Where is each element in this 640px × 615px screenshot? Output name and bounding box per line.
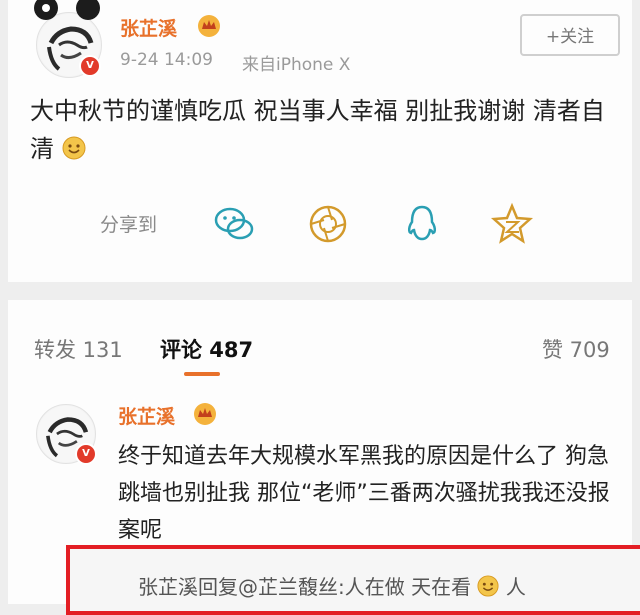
- qzone-icon[interactable]: [490, 202, 534, 246]
- active-tab-indicator: [184, 372, 220, 376]
- reply-suffix: 人: [505, 575, 526, 599]
- tab-repost[interactable]: 转发 131: [34, 334, 123, 364]
- tab-likes[interactable]: 赞 709: [542, 334, 610, 364]
- smile-emoji-icon: [62, 133, 86, 160]
- tab-comments[interactable]: 评论 487: [160, 334, 253, 364]
- commenter-avatar[interactable]: V: [36, 404, 97, 465]
- reply-text[interactable]: 张芷溪回复@芷兰馥丝:人在做 天在看 人: [138, 571, 526, 600]
- smile-emoji-icon: [477, 575, 500, 597]
- comment-text: 终于知道去年大规模水军黑我的原因是什么了 狗急跳墙也别扯我 那位“老师”三番两次…: [118, 444, 610, 543]
- highlighted-reply-box: 张芷溪回复@芷兰馥丝:人在做 天在看 人: [66, 545, 640, 615]
- reply-body: 人在做 天在看: [344, 575, 472, 599]
- commenter-name[interactable]: 张芷溪: [118, 402, 175, 429]
- post-text: 大中秋节的谨慎吃瓜 祝当事人幸福 别扯我谢谢 清者自清: [30, 92, 622, 168]
- member-crown-icon: [192, 402, 218, 430]
- member-crown-icon: [196, 14, 222, 42]
- post-time: 9-24 14:09: [120, 50, 213, 70]
- reply-prefix[interactable]: 张芷溪回复@芷兰馥丝:: [138, 575, 345, 599]
- follow-button[interactable]: +关注: [520, 14, 620, 56]
- author-name[interactable]: 张芷溪: [120, 14, 177, 41]
- verified-badge-icon: V: [75, 443, 97, 465]
- post-body: 大中秋节的谨慎吃瓜 祝当事人幸福 别扯我谢谢 清者自清: [30, 97, 605, 163]
- qq-icon[interactable]: [400, 202, 444, 246]
- share-label: 分享到: [100, 214, 158, 236]
- post-source: 来自iPhone X: [242, 55, 351, 75]
- avatar-pendant-icon: [32, 0, 102, 22]
- wechat-icon[interactable]: [212, 202, 256, 246]
- verified-badge-icon: V: [79, 55, 101, 77]
- moments-icon[interactable]: [306, 202, 350, 246]
